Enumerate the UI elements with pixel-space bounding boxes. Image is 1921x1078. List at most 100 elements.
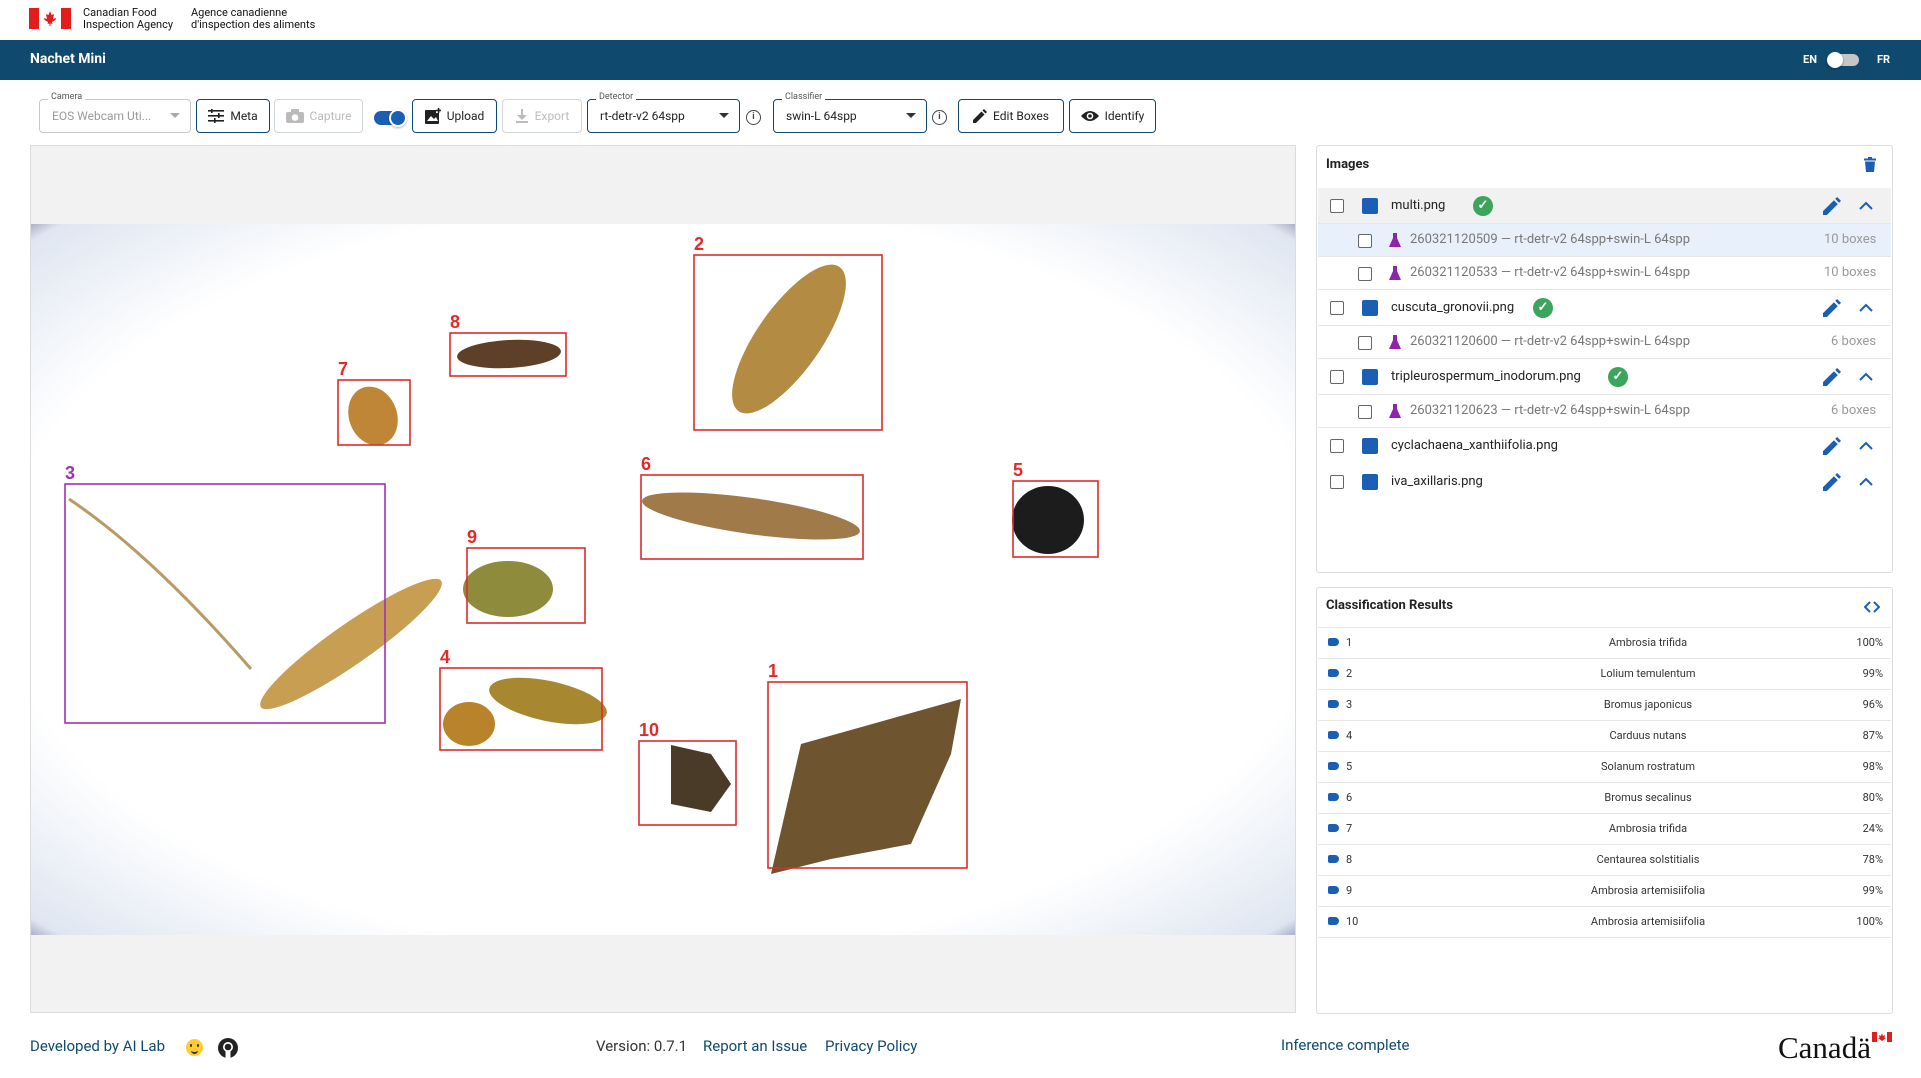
species-name: Lolium temulentum	[1600, 667, 1696, 680]
box-label-5: 5	[1013, 460, 1023, 480]
meta-button[interactable]: Meta	[196, 99, 270, 133]
pencil-icon[interactable]	[1823, 368, 1841, 386]
label-tag-icon	[1328, 793, 1339, 801]
detector-info-icon[interactable]: i	[746, 110, 761, 125]
label-tag-icon	[1328, 824, 1339, 832]
pencil-icon[interactable]	[1823, 197, 1841, 215]
export-button[interactable]: Export	[502, 99, 582, 133]
detector-select[interactable]: Detector rt-detr-v2 64spp	[587, 92, 740, 133]
flask-icon	[1389, 266, 1401, 280]
run-item[interactable]: 260321120600 — rt-detr-v2 64spp+swin-L 6…	[1318, 326, 1891, 359]
meta-button-label: Meta	[230, 109, 258, 123]
classification-index: 10	[1346, 915, 1359, 928]
classification-index: 7	[1346, 822, 1353, 835]
confidence: 100%	[1856, 915, 1883, 928]
species-name: Centaurea solstitialis	[1596, 853, 1700, 866]
box-label-8: 8	[450, 312, 460, 332]
pencil-icon[interactable]	[1823, 473, 1841, 491]
classifier-info-icon[interactable]: i	[932, 110, 947, 125]
capture-button[interactable]: Capture	[274, 99, 363, 133]
run-item[interactable]: 260321120509 — rt-detr-v2 64spp+swin-L 6…	[1318, 224, 1891, 257]
trash-icon[interactable]	[1864, 157, 1876, 172]
box-label-2: 2	[694, 234, 704, 254]
classification-index: 2	[1346, 667, 1353, 680]
image-item-multi[interactable]: multi.png ✓	[1318, 188, 1891, 224]
classification-row[interactable]: 2 Lolium temulentum 99%	[1318, 659, 1891, 690]
image-item-iva[interactable]: iva_axillaris.png	[1318, 464, 1891, 500]
classification-row[interactable]: 8 Centaurea solstitialis 78%	[1318, 845, 1891, 876]
classification-row[interactable]: 6 Bromus secalinus 80%	[1318, 783, 1891, 814]
box-label-1: 1	[768, 661, 778, 681]
chevron-up-icon[interactable]	[1859, 303, 1873, 313]
photo-background	[31, 224, 1295, 935]
classification-row[interactable]: 1 Ambrosia trifida 100%	[1318, 628, 1891, 659]
run-item[interactable]: 260321120533 — rt-detr-v2 64spp+swin-L 6…	[1318, 257, 1891, 290]
code-arrows-icon[interactable]	[1864, 600, 1880, 614]
label-tag-icon	[1328, 669, 1339, 677]
identify-button[interactable]: Identify	[1069, 99, 1156, 133]
run-checkbox[interactable]	[1358, 267, 1372, 281]
classification-row[interactable]: 4 Carduus nutans 87%	[1318, 721, 1891, 752]
classification-index: 4	[1346, 729, 1353, 742]
auto-toggle[interactable]	[374, 109, 407, 127]
chevron-down-icon	[906, 113, 916, 118]
box-label-10: 10	[639, 720, 659, 740]
classification-row[interactable]: 7 Ambrosia trifida 24%	[1318, 814, 1891, 845]
camera-select[interactable]: Camera EOS Webcam Uti...	[39, 92, 191, 133]
hugging-face-eye	[197, 1044, 199, 1047]
label-tag-icon	[1328, 886, 1339, 894]
image-checkbox[interactable]	[1330, 439, 1344, 453]
pencil-icon[interactable]	[1823, 299, 1841, 317]
image-filename: multi.png	[1391, 198, 1446, 213]
classification-title: Classification Results	[1326, 598, 1453, 613]
image-checkbox[interactable]	[1330, 370, 1344, 384]
report-issue-link[interactable]: Report an Issue	[703, 1037, 807, 1055]
lang-en-label[interactable]: EN	[1803, 53, 1817, 66]
image-item-cuscuta[interactable]: cuscuta_gronovii.png ✓	[1318, 290, 1891, 326]
image-filename: iva_axillaris.png	[1391, 474, 1483, 489]
run-label: 260321120600 — rt-detr-v2 64spp+swin-L 6…	[1410, 334, 1691, 349]
agency-name-fr: Agence canadienne d'inspection des alime…	[191, 7, 315, 31]
classification-row[interactable]: 10 Ambrosia artemisiifolia 100%	[1318, 907, 1891, 938]
species-name: Bromus japonicus	[1603, 698, 1693, 711]
app-bar: Nachet Mini EN FR	[0, 40, 1921, 80]
classification-row[interactable]: 3 Bromus japonicus 96%	[1318, 690, 1891, 721]
label-tag-icon	[1328, 855, 1339, 863]
seed-photo-canvas[interactable]: 1 2 3 4 5 6 7 8 9 10	[31, 224, 1295, 935]
run-item[interactable]: 260321120623 — rt-detr-v2 64spp+swin-L 6…	[1318, 395, 1891, 428]
image-item-cyclachaena[interactable]: cyclachaena_xanthiifolia.png	[1318, 428, 1891, 464]
hugging-face-icon[interactable]	[186, 1039, 203, 1056]
privacy-policy-link[interactable]: Privacy Policy	[825, 1037, 917, 1055]
pencil-icon[interactable]	[1823, 437, 1841, 455]
classifier-select[interactable]: Classifier swin-L 64spp	[773, 92, 927, 133]
confidence: 99%	[1862, 884, 1883, 897]
chevron-up-icon[interactable]	[1859, 201, 1873, 211]
image-item-tripleurospermum[interactable]: tripleurospermum_inodorum.png ✓	[1318, 359, 1891, 395]
run-label: 260321120509 — rt-detr-v2 64spp+swin-L 6…	[1410, 232, 1691, 247]
image-file-icon	[1362, 198, 1378, 214]
classification-row[interactable]: 5 Solanum rostratum 98%	[1318, 752, 1891, 783]
label-tag-icon	[1328, 638, 1339, 646]
image-file-icon	[1362, 438, 1378, 454]
run-checkbox[interactable]	[1358, 336, 1372, 350]
classification-index: 9	[1346, 884, 1353, 897]
classification-panel: Classification Results 1 Ambrosia trifid…	[1316, 587, 1893, 1014]
classification-index: 1	[1346, 636, 1353, 649]
github-icon[interactable]	[218, 1038, 238, 1058]
classification-row[interactable]: 9 Ambrosia artemisiifolia 99%	[1318, 876, 1891, 907]
upload-button[interactable]: Upload	[412, 99, 497, 133]
edit-boxes-button[interactable]: Edit Boxes	[958, 99, 1064, 133]
run-checkbox[interactable]	[1358, 234, 1372, 248]
image-checkbox[interactable]	[1330, 199, 1344, 213]
image-checkbox[interactable]	[1330, 475, 1344, 489]
language-toggle[interactable]	[1827, 52, 1859, 68]
agency-name-fr-line2: d'inspection des aliments	[191, 18, 316, 31]
image-checkbox[interactable]	[1330, 301, 1344, 315]
chevron-up-icon[interactable]	[1859, 477, 1873, 487]
chevron-up-icon[interactable]	[1859, 441, 1873, 451]
canada-wordmark-flag-icon	[1872, 1032, 1892, 1042]
run-checkbox[interactable]	[1358, 405, 1372, 419]
eye-icon	[1080, 111, 1099, 121]
lang-fr-label[interactable]: FR	[1877, 53, 1890, 66]
chevron-up-icon[interactable]	[1859, 372, 1873, 382]
